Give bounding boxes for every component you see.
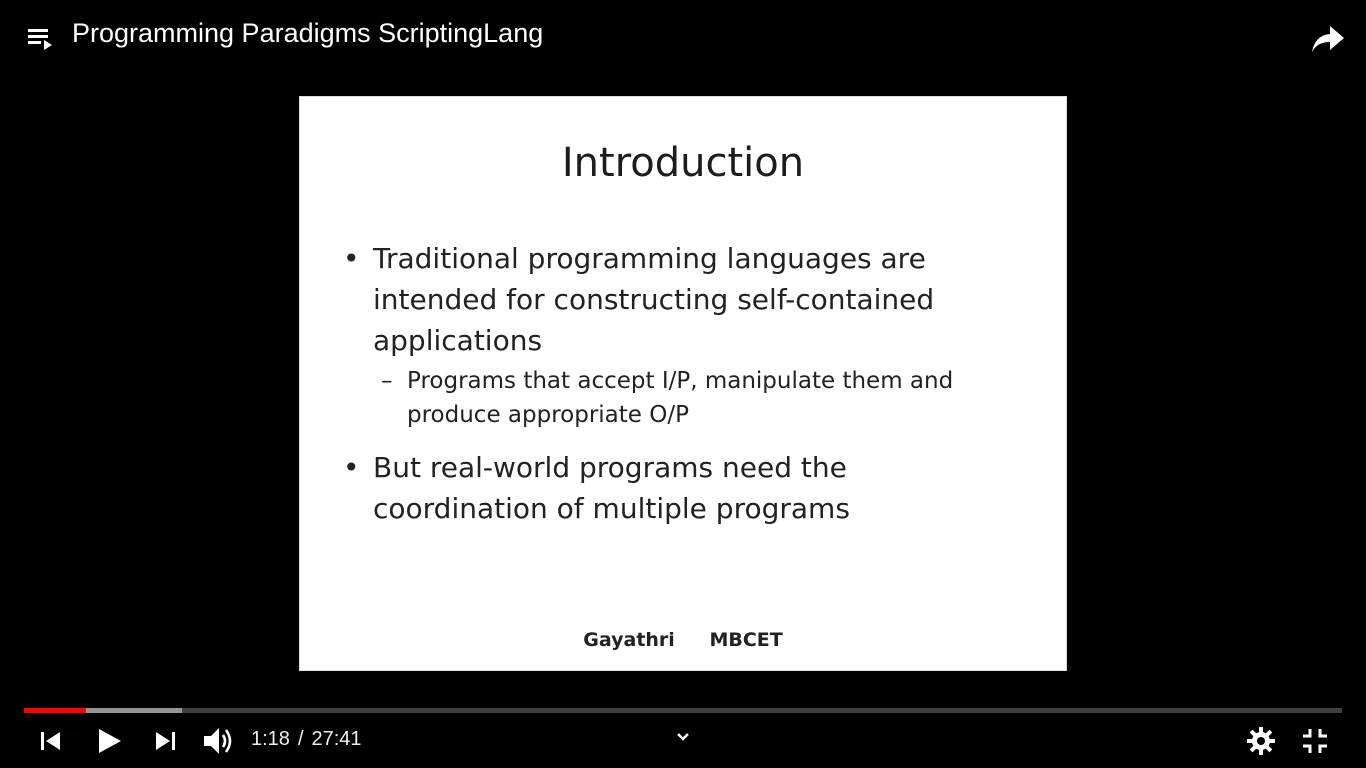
slide-footer-institution: MBCET <box>709 629 783 651</box>
playlist-icon[interactable] <box>22 22 58 58</box>
time-display: 1:18 / 27:41 <box>251 728 366 751</box>
slide: Introduction • Traditional programming l… <box>299 96 1067 671</box>
bullet-marker: • <box>343 242 360 275</box>
bullet-line: applications <box>373 324 543 357</box>
slide-footer: Gayathri MBCET <box>299 629 1067 651</box>
gear-icon[interactable] <box>1245 725 1277 757</box>
sub-bullet-marker: – <box>381 368 393 394</box>
slide-title: Introduction <box>561 140 805 186</box>
bullet-2: • But real-world programs need the coord… <box>343 447 983 529</box>
video-player[interactable]: Programming Paradigms ScriptingLang Intr… <box>0 0 1366 768</box>
sub-bullet-line: produce appropriate O/P <box>407 402 689 428</box>
previous-icon[interactable] <box>36 726 66 756</box>
duration: 27:41 <box>311 728 362 750</box>
time-separator: / <box>297 728 304 750</box>
bullet-1: • Traditional programming languages are … <box>343 238 983 361</box>
volume-icon[interactable] <box>200 722 238 760</box>
sub-bullet-line: Programs that accept I/P, manipulate the… <box>407 368 954 394</box>
play-icon[interactable] <box>92 724 126 758</box>
progress-bar[interactable] <box>24 708 1342 713</box>
bullet-line: Traditional programming languages are <box>373 242 926 275</box>
next-icon[interactable] <box>150 726 180 756</box>
chevron-down-icon[interactable] <box>674 728 692 746</box>
slide-footer-author: Gayathri <box>583 629 675 651</box>
sub-bullet-1: – Programs that accept I/P, manipulate t… <box>381 364 991 432</box>
share-icon[interactable] <box>1308 18 1348 58</box>
current-time: 1:18 <box>251 728 290 750</box>
bullet-line: But real-world programs need the <box>373 451 847 484</box>
video-title[interactable]: Programming Paradigms ScriptingLang <box>72 18 543 49</box>
bullet-line: intended for constructing self-contained <box>373 283 935 316</box>
top-bar: Programming Paradigms ScriptingLang <box>0 0 1366 72</box>
bullet-line: coordination of multiple programs <box>373 492 850 525</box>
exit-fullscreen-icon[interactable] <box>1300 726 1330 756</box>
bullet-marker: • <box>343 451 360 484</box>
progress-played <box>24 708 86 713</box>
